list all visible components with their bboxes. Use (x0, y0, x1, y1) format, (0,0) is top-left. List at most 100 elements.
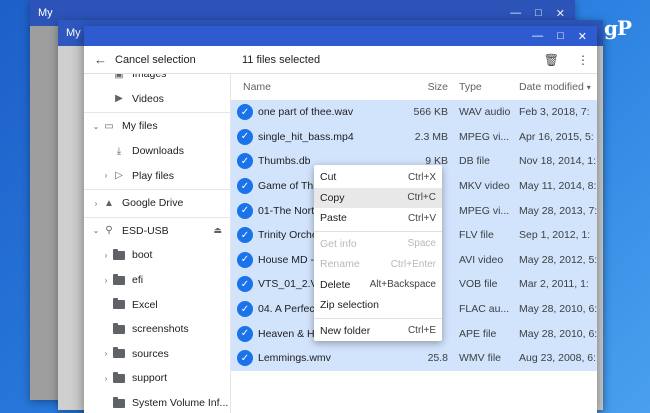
cancel-selection-button[interactable]: ← Cancel selection (84, 52, 242, 67)
sidebar-item-efi[interactable]: › efi (84, 268, 230, 293)
sidebar-item-label: Downloads (132, 145, 184, 158)
file-name: Thumbs.db (258, 155, 311, 168)
file-type: MPEG vi... (459, 130, 510, 143)
file-row[interactable]: ✓ one part of thee.wav 566 KB WAV audio Feb … (231, 100, 597, 125)
cancel-selection-label: Cancel selection (115, 53, 196, 66)
selection-count: 11 files selected (242, 53, 321, 66)
file-row[interactable]: ✓ single_hit_bass.mp4 2.3 MB MPEG vi... Apr … (231, 124, 597, 150)
file-name-cell: ✓ Lemmings.wmv (231, 350, 406, 367)
column-size[interactable]: Size (406, 81, 451, 93)
sidebar-item-screenshots[interactable]: screenshots (84, 317, 230, 342)
sidebar-item-images[interactable]: ▣ Images (84, 74, 230, 87)
file-name: House MD - (258, 253, 315, 266)
file-date: May 28, 2012, 5: (519, 253, 597, 266)
file-row[interactable]: ✓ Lemmings.wmv 25.8 WMV file Aug 23, 2008, 6… (231, 345, 597, 371)
file-name: Lemmings.wmv (258, 352, 331, 365)
sidebar-item-play-files[interactable]: › ▷ Play files (84, 163, 230, 188)
drive-icon: ▲ (104, 197, 114, 209)
menu-item-label: Rename (320, 258, 360, 271)
sidebar-item-label: sources (132, 347, 169, 360)
folder-shape (113, 396, 125, 408)
file-date: Apr 16, 2015, 5: (519, 130, 594, 143)
file-size: 25.8 (427, 352, 448, 365)
file-date: Mar 2, 2011, 1: (519, 278, 589, 291)
minimize-icon[interactable]: — (510, 7, 521, 20)
file-type: VOB file (459, 278, 498, 291)
maximize-icon[interactable]: □ (557, 30, 564, 42)
file-type: APE file (459, 327, 497, 340)
checkmark-icon[interactable]: ✓ (237, 104, 253, 121)
file-name: Heaven & He (258, 327, 321, 340)
eject-icon[interactable]: ⏏ (213, 225, 222, 236)
close-icon[interactable]: ✕ (578, 30, 587, 43)
menu-item-copy[interactable]: Copy Ctrl+C (314, 187, 442, 208)
folder-shape (113, 322, 125, 334)
sidebar-item-label: Play files (132, 169, 175, 182)
column-date-modified[interactable]: Date modified ▾ (513, 81, 597, 93)
file-type: WAV audio (459, 106, 511, 119)
sidebar-item-support[interactable]: › support (84, 366, 230, 391)
column-type[interactable]: Type (451, 81, 513, 93)
menu-item-get-info: Get info Space (314, 234, 442, 255)
checkmark-icon[interactable]: ✓ (237, 301, 253, 318)
menu-item-new-folder[interactable]: New folder Ctrl+E (314, 321, 442, 342)
sort-down-icon: ▾ (586, 83, 591, 92)
sidebar-item-google-drive[interactable]: › ▲ Google Drive (84, 191, 230, 216)
arrow-left-icon: ← (94, 52, 107, 67)
file-name-cell: ✓ one part of thee.wav (231, 104, 406, 121)
expand-chevron-icon[interactable]: ⌄ (90, 122, 102, 131)
sidebar-item-excel[interactable]: Excel (84, 292, 230, 317)
checkmark-icon[interactable]: ✓ (237, 350, 253, 367)
sidebar-item-system-volume-inf[interactable]: System Volume Inf... (84, 391, 230, 413)
sidebar-item-label: Images (132, 74, 167, 81)
file-type: FLAC au... (459, 303, 510, 316)
menu-item-zip-selection[interactable]: Zip selection (314, 295, 442, 316)
expand-chevron-icon[interactable]: › (100, 374, 112, 383)
sidebar-item-label: efi (132, 274, 144, 287)
sidebar-item-label: support (132, 372, 168, 385)
checkmark-icon[interactable]: ✓ (237, 251, 253, 268)
checkmark-icon[interactable]: ✓ (237, 153, 253, 170)
column-header: Name Size Type Date modified ▾ (231, 74, 597, 100)
checkmark-icon[interactable]: ✓ (237, 276, 253, 293)
menu-item-label: Get info (320, 237, 357, 250)
close-icon[interactable]: ✕ (556, 7, 565, 20)
expand-chevron-icon[interactable]: › (100, 251, 112, 260)
column-name[interactable]: Name (231, 81, 406, 93)
menu-item-delete[interactable]: Delete Alt+Backspace (314, 275, 442, 296)
expand-chevron-icon[interactable]: › (100, 349, 112, 358)
expand-chevron-icon[interactable]: › (100, 276, 112, 285)
menu-item-shortcut: Ctrl+C (407, 192, 436, 204)
window-title: My (66, 27, 81, 39)
file-size: 566 KB (413, 106, 448, 119)
sidebar-item-label: System Volume Inf... (132, 397, 229, 410)
checkmark-icon[interactable]: ✓ (237, 178, 253, 195)
menu-item-label: New folder (320, 324, 371, 337)
expand-chevron-icon[interactable]: › (90, 199, 102, 208)
checkmark-icon[interactable]: ✓ (237, 325, 253, 342)
menu-item-cut[interactable]: Cut Ctrl+X (314, 167, 442, 188)
trash-icon[interactable]: 🗑 (544, 53, 559, 67)
sidebar-item-downloads[interactable]: ⤓ Downloads (84, 139, 230, 164)
play-icon: ▷ (115, 170, 123, 182)
menu-item-shortcut: Ctrl+X (407, 171, 436, 183)
more-vert-icon[interactable]: ⋮ (577, 53, 589, 67)
sidebar-item-videos[interactable]: ▶ Videos (84, 87, 230, 112)
expand-chevron-icon[interactable]: ⌄ (90, 226, 102, 235)
sidebar-item-esd-usb[interactable]: ⌄ ⚲ ESD-USB ⏏ (84, 219, 230, 244)
expand-chevron-icon[interactable]: › (100, 171, 112, 180)
file-date: May 28, 2013, 7: (519, 204, 597, 217)
checkmark-icon[interactable]: ✓ (237, 227, 253, 244)
menu-item-paste[interactable]: Paste Ctrl+V (314, 208, 442, 229)
sidebar-item-sources[interactable]: › sources (84, 342, 230, 367)
menu-item-shortcut: Alt+Backspace (369, 279, 436, 291)
sidebar-item-my-files[interactable]: ⌄ ▭ My files (84, 114, 230, 139)
sidebar: ▣ Images ▶ Videos ⌄ ▭ My files ⤓ Downloads › ▷ Play… (84, 74, 231, 413)
sidebar-item-boot[interactable]: › boot (84, 243, 230, 268)
minimize-icon[interactable]: — (532, 30, 543, 42)
checkmark-icon[interactable]: ✓ (237, 128, 253, 145)
menu-item-shortcut: Ctrl+E (407, 325, 436, 337)
checkmark-icon[interactable]: ✓ (237, 202, 253, 219)
titlebar[interactable]: — □ ✕ (84, 26, 597, 46)
maximize-icon[interactable]: □ (535, 7, 542, 20)
